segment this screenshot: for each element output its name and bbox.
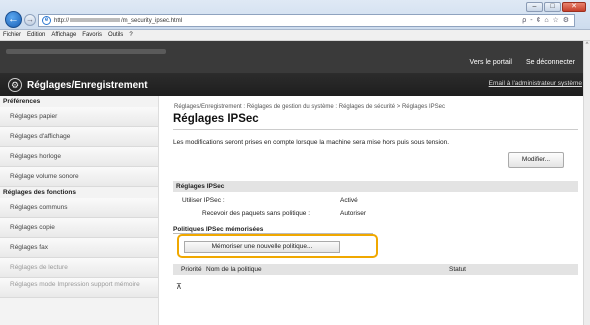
section-header-ipsec: Réglages IPSec: [173, 181, 578, 192]
registered-policies-heading: Politiques IPSec mémorisées: [173, 226, 264, 233]
minimize-button[interactable]: –: [526, 2, 543, 12]
address-bar[interactable]: e http:// /m_security_ipsec.html ρ - ¢ ⌂ …: [38, 14, 575, 27]
logout-link[interactable]: Se déconnecter: [526, 59, 575, 66]
edit-button[interactable]: Modifier...: [508, 152, 564, 168]
forward-arrow-icon[interactable]: →: [24, 14, 36, 26]
close-button[interactable]: ✕: [562, 2, 586, 12]
window-controls: – □ ✕: [526, 2, 586, 12]
column-policy-name: Nom de la politique: [206, 266, 262, 273]
portal-link[interactable]: Vers le portail: [470, 59, 512, 66]
sidebar-item-common[interactable]: Réglages communs: [0, 198, 158, 218]
back-arrow-icon[interactable]: ←: [5, 11, 22, 28]
maximize-button[interactable]: □: [544, 2, 561, 12]
page-title: Réglages IPSec: [173, 113, 259, 125]
callout-highlight: [177, 234, 378, 258]
url-masked: [70, 17, 121, 22]
sidebar-item-fax[interactable]: Réglages fax: [0, 238, 158, 258]
sidebar-item-volume[interactable]: Réglage volume sonore: [0, 167, 158, 187]
header-links: Vers le portail Se déconnecter: [470, 59, 575, 66]
sidebar-item-memory-print[interactable]: Réglages mode Impression support mémoire: [0, 278, 158, 298]
receive-packets-value: Autoriser: [340, 210, 367, 217]
url-prefix: http://: [54, 17, 70, 24]
scroll-up-icon[interactable]: ^: [584, 41, 590, 49]
breadcrumb: Réglages/Enregistrement : Réglages de ge…: [174, 104, 445, 110]
page-scrollbar[interactable]: ^: [583, 41, 590, 325]
browser-chrome: – □ ✕ ← → e http:// /m_security_ipsec.htm…: [0, 0, 590, 30]
column-priority: Priorité: [181, 266, 202, 273]
menu-edit[interactable]: Edition: [27, 32, 45, 38]
settings-icon: ⚙: [8, 78, 22, 92]
menu-view[interactable]: Affichage: [51, 32, 76, 38]
menu-tools[interactable]: Outils: [108, 32, 123, 38]
app-title: Réglages/Enregistrement: [27, 80, 148, 91]
receive-packets-row: Recevoir des paquets sans politique : Au…: [176, 210, 366, 217]
sidebar-item-scan[interactable]: Réglages de lecture: [0, 258, 158, 278]
address-tools[interactable]: ρ - ¢ ⌂ ☆ ⚙: [522, 16, 570, 24]
receive-packets-label: Recevoir des paquets sans politique :: [202, 210, 311, 217]
use-ipsec-row: Utiliser IPSec : Activé: [176, 197, 358, 204]
sidebar: Préférences Réglages papier Réglages d'a…: [0, 96, 159, 325]
menu-favorites[interactable]: Favoris: [82, 32, 102, 38]
menu-file[interactable]: Fichier: [3, 32, 21, 38]
menu-bar: Fichier Edition Affichage Favoris Outils…: [0, 30, 590, 41]
admin-email-link[interactable]: Email à l'administrateur système: [489, 80, 582, 87]
restart-notice: Les modifications seront prises en compt…: [173, 139, 450, 146]
policy-table-header: Priorité Nom de la politique Statut: [173, 264, 578, 275]
title-divider: [173, 129, 578, 130]
sidebar-item-paper[interactable]: Réglages papier: [0, 107, 158, 127]
sidebar-item-copy[interactable]: Réglages copie: [0, 218, 158, 238]
sidebar-item-display[interactable]: Réglages d'affichage: [0, 127, 158, 147]
sidebar-item-clock[interactable]: Réglages horloge: [0, 147, 158, 167]
scroll-top-icon[interactable]: ⊼: [176, 282, 182, 291]
url-text: http:// /m_security_ipsec.html: [54, 18, 182, 24]
use-ipsec-value: Activé: [340, 197, 358, 204]
sidebar-heading-preferences: Préférences: [3, 98, 41, 105]
column-status: Statut: [449, 266, 466, 273]
url-suffix: /m_security_ipsec.html: [121, 17, 183, 24]
ie-logo-icon: e: [42, 16, 51, 25]
menu-help[interactable]: ?: [129, 32, 132, 38]
sidebar-heading-functions: Réglages des fonctions: [3, 189, 76, 196]
header-masked-text: [6, 49, 166, 54]
use-ipsec-label: Utiliser IPSec :: [182, 197, 225, 204]
